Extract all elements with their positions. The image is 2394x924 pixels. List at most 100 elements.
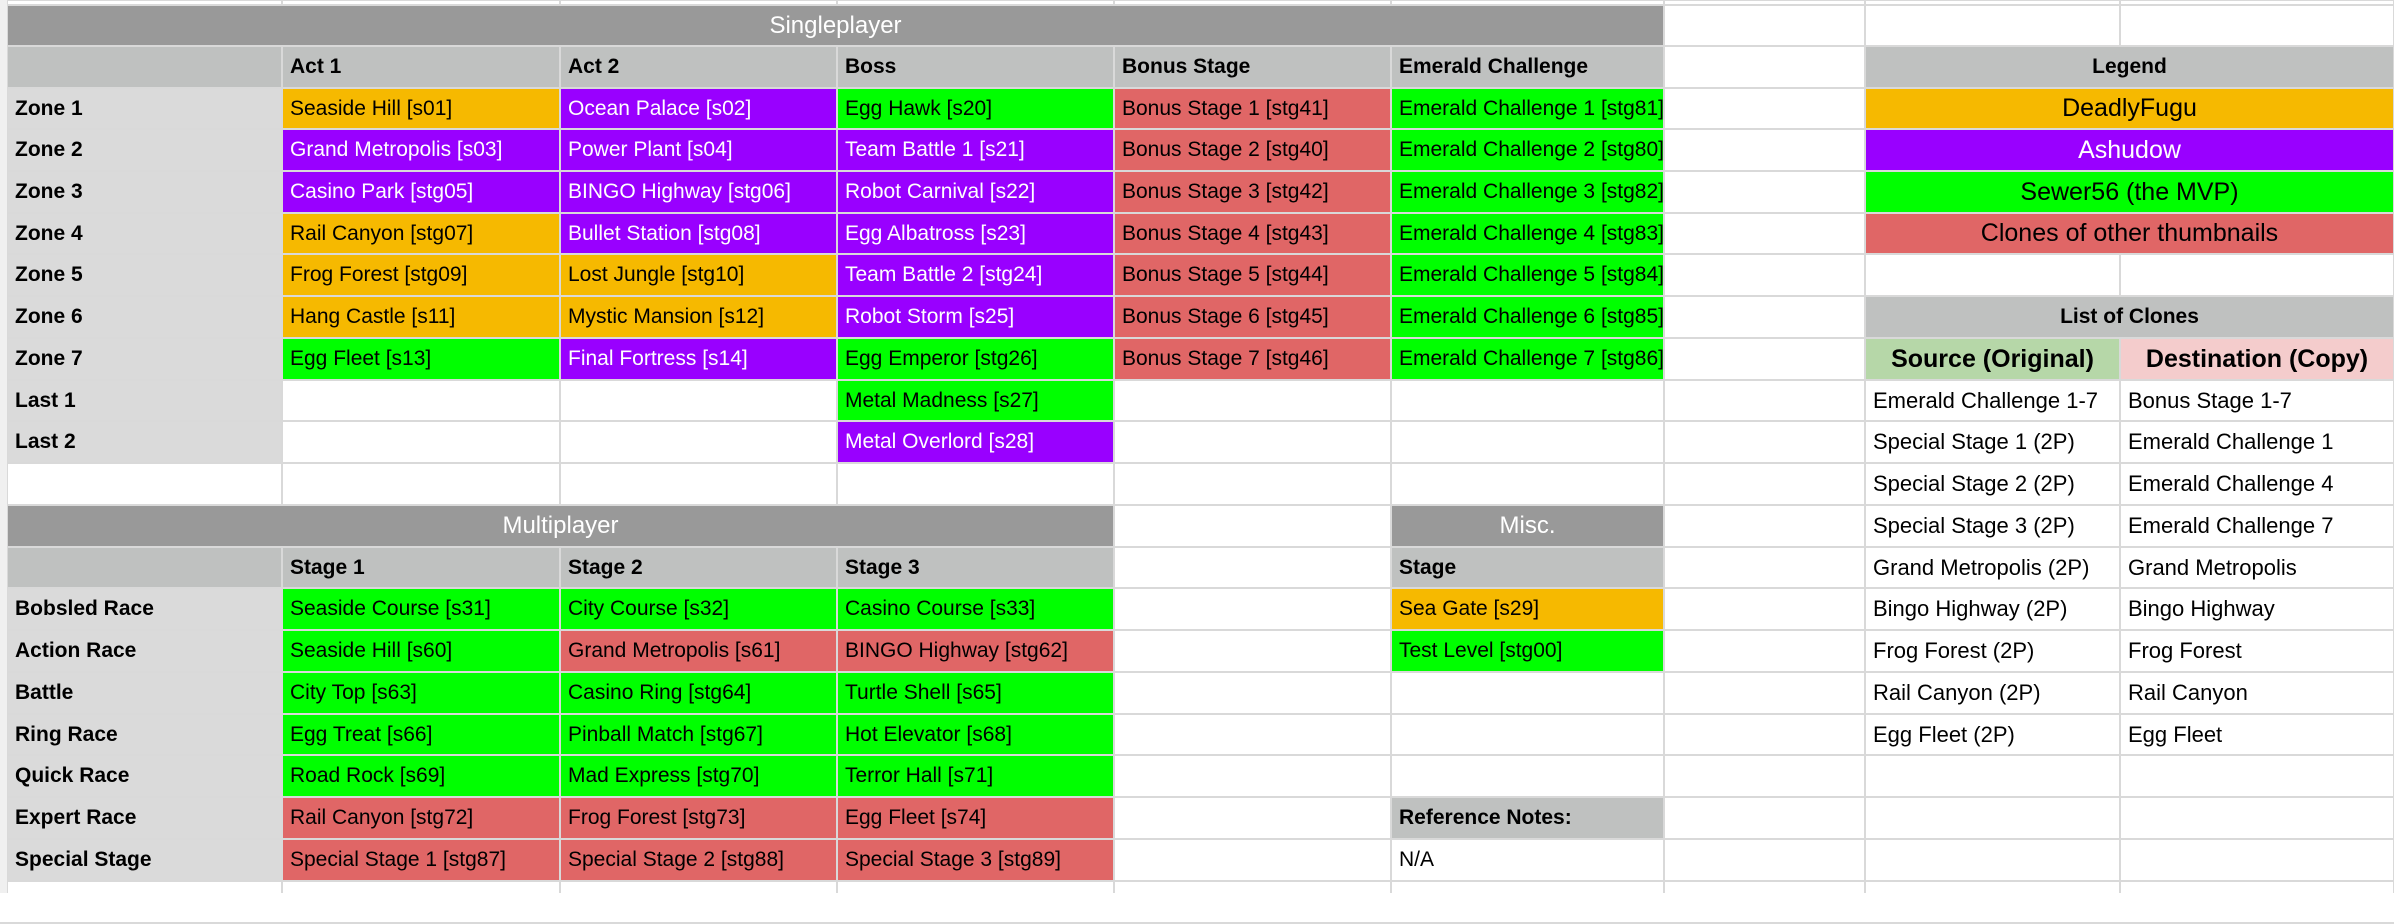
stage-cell[interactable]: Rail Canyon [stg72] [283,798,559,838]
misc-column-header[interactable]: Stage [1392,548,1663,587]
clone-destination[interactable]: Frog Forest [2121,631,2393,671]
row-header[interactable]: Battle [8,673,281,713]
stage-cell[interactable]: Terror Hall [s71] [838,756,1113,796]
stage-cell[interactable]: Emerald Challenge 1 [stg81] [1392,89,1663,128]
stage-cell[interactable]: Bullet Station [stg08] [561,214,836,253]
clone-source[interactable]: Rail Canyon (2P) [1866,673,2119,713]
stage-cell[interactable]: Seaside Hill [s60] [283,631,559,671]
clones-title[interactable]: List of Clones [1866,297,2393,337]
stage-cell[interactable]: Egg Hawk [s20] [838,89,1113,128]
stage-cell[interactable]: Emerald Challenge 3 [stg82] [1392,172,1663,212]
stage-cell[interactable]: Mystic Mansion [s12] [561,297,836,337]
row-header[interactable]: Special Stage [8,840,281,880]
stage-cell[interactable]: Special Stage 2 [stg88] [561,840,836,880]
clone-source[interactable]: Grand Metropolis (2P) [1866,548,2119,587]
stage-cell[interactable]: Egg Albatross [s23] [838,214,1113,253]
row-header[interactable]: Zone 5 [8,255,281,295]
stage-cell[interactable]: Ocean Palace [s02] [561,89,836,128]
clone-destination[interactable]: Grand Metropolis [2121,548,2393,587]
column-header[interactable]: Bonus Stage [1115,47,1390,87]
stage-cell[interactable]: Test Level [stg00] [1392,631,1663,671]
stage-cell[interactable]: Emerald Challenge 2 [stg80] [1392,130,1663,170]
clone-destination[interactable]: Egg Fleet [2121,715,2393,754]
stage-cell[interactable]: Casino Course [s33] [838,589,1113,629]
legend-item-ashudow[interactable]: Ashudow [1866,130,2393,170]
stage-cell[interactable]: Road Rock [s69] [283,756,559,796]
clones-destination-header[interactable]: Destination (Copy) [2121,339,2393,379]
row-header[interactable]: Zone 1 [8,89,281,128]
stage-cell[interactable]: Rail Canyon [stg07] [283,214,559,253]
stage-cell[interactable]: Seaside Course [s31] [283,589,559,629]
row-header[interactable]: Last 2 [8,422,281,462]
stage-cell[interactable]: Bonus Stage 1 [stg41] [1115,89,1390,128]
clone-source[interactable]: Bingo Highway (2P) [1866,589,2119,629]
clone-source[interactable]: Special Stage 1 (2P) [1866,422,2119,462]
stage-cell[interactable]: Casino Ring [stg64] [561,673,836,713]
stage-cell[interactable]: Bonus Stage 6 [stg45] [1115,297,1390,337]
stage-cell[interactable]: Egg Fleet [s74] [838,798,1113,838]
row-header[interactable]: Last 1 [8,381,281,420]
stage-cell[interactable]: Seaside Hill [s01] [283,89,559,128]
stage-cell[interactable]: Metal Overlord [s28] [838,422,1113,462]
row-header[interactable]: Quick Race [8,756,281,796]
stage-cell[interactable]: Frog Forest [stg09] [283,255,559,295]
stage-cell[interactable]: Final Fortress [s14] [561,339,836,379]
stage-cell[interactable]: Sea Gate [s29] [1392,589,1663,629]
stage-cell[interactable]: Hang Castle [s11] [283,297,559,337]
column-header[interactable]: Stage 1 [283,548,559,587]
stage-cell[interactable]: Egg Emperor [stg26] [838,339,1113,379]
stage-cell[interactable]: Mad Express [stg70] [561,756,836,796]
multiplayer-corner-header[interactable] [8,548,281,587]
stage-cell[interactable]: Emerald Challenge 4 [stg83] [1392,214,1663,253]
legend-item-sewer56[interactable]: Sewer56 (the MVP) [1866,172,2393,212]
stage-cell[interactable]: Robot Storm [s25] [838,297,1113,337]
stage-cell[interactable]: Lost Jungle [stg10] [561,255,836,295]
stage-cell[interactable]: Bonus Stage 2 [stg40] [1115,130,1390,170]
stage-cell[interactable]: Bonus Stage 5 [stg44] [1115,255,1390,295]
stage-cell[interactable]: Grand Metropolis [s61] [561,631,836,671]
stage-cell[interactable]: Frog Forest [stg73] [561,798,836,838]
row-header[interactable]: Action Race [8,631,281,671]
singleplayer-corner-header[interactable] [8,47,281,87]
stage-cell[interactable]: Pinball Match [stg67] [561,715,836,754]
stage-cell[interactable]: Emerald Challenge 5 [stg84] [1392,255,1663,295]
stage-cell[interactable]: City Top [s63] [283,673,559,713]
stage-cell[interactable]: Team Battle 2 [stg24] [838,255,1113,295]
stage-cell[interactable]: Team Battle 1 [s21] [838,130,1113,170]
row-header[interactable]: Zone 6 [8,297,281,337]
stage-cell[interactable]: Emerald Challenge 6 [stg85] [1392,297,1663,337]
clone-source[interactable]: Special Stage 3 (2P) [1866,506,2119,546]
clone-destination[interactable]: Bonus Stage 1-7 [2121,381,2393,420]
row-header[interactable]: Zone 3 [8,172,281,212]
stage-cell[interactable]: Robot Carnival [s22] [838,172,1113,212]
legend-item-clone[interactable]: Clones of other thumbnails [1866,214,2393,253]
stage-cell[interactable]: Egg Fleet [s13] [283,339,559,379]
stage-cell[interactable]: Grand Metropolis [s03] [283,130,559,170]
stage-cell[interactable]: Bonus Stage 3 [stg42] [1115,172,1390,212]
reference-notes-value[interactable]: N/A [1392,840,1663,880]
stage-cell[interactable]: Bonus Stage 7 [stg46] [1115,339,1390,379]
clone-destination[interactable]: Rail Canyon [2121,673,2393,713]
clone-source[interactable]: Emerald Challenge 1-7 [1866,381,2119,420]
clone-source[interactable]: Special Stage 2 (2P) [1866,464,2119,504]
stage-cell[interactable]: Metal Madness [s27] [838,381,1113,420]
stage-cell[interactable]: Emerald Challenge 7 [stg86] [1392,339,1663,379]
row-header[interactable]: Bobsled Race [8,589,281,629]
legend-title[interactable]: Legend [1866,47,2393,87]
column-header[interactable]: Emerald Challenge [1392,47,1663,87]
clone-destination[interactable]: Emerald Challenge 4 [2121,464,2393,504]
clone-destination[interactable]: Emerald Challenge 7 [2121,506,2393,546]
column-header[interactable]: Boss [838,47,1113,87]
clone-source[interactable]: Frog Forest (2P) [1866,631,2119,671]
stage-cell[interactable]: Hot Elevator [s68] [838,715,1113,754]
row-header[interactable]: Expert Race [8,798,281,838]
stage-cell[interactable]: Casino Park [stg05] [283,172,559,212]
stage-cell[interactable]: BINGO Highway [stg62] [838,631,1113,671]
stage-cell[interactable]: Special Stage 1 [stg87] [283,840,559,880]
clone-source[interactable]: Egg Fleet (2P) [1866,715,2119,754]
reference-notes-label[interactable]: Reference Notes: [1392,798,1663,838]
stage-cell[interactable]: Power Plant [s04] [561,130,836,170]
stage-cell[interactable]: BINGO Highway [stg06] [561,172,836,212]
stage-cell[interactable]: City Course [s32] [561,589,836,629]
legend-item-deadlyfugu[interactable]: DeadlyFugu [1866,89,2393,128]
